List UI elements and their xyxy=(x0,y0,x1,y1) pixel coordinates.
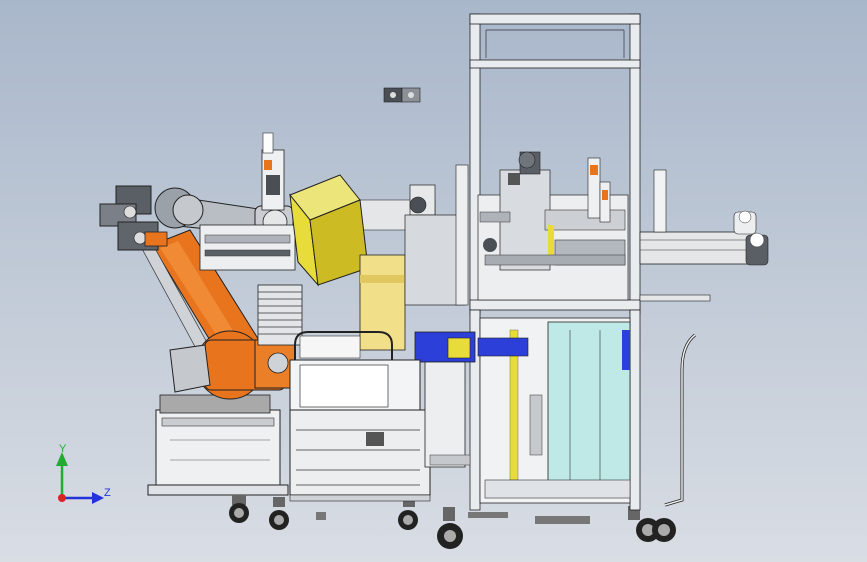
wheel xyxy=(398,497,418,530)
wheel xyxy=(437,507,463,549)
y-axis-label: Y xyxy=(59,443,67,455)
coordinate-triad: Y Z xyxy=(56,443,111,504)
robot-pedestal xyxy=(147,394,289,496)
cart-handle xyxy=(664,333,696,507)
z-axis-label: Z xyxy=(104,487,111,499)
station-mechanisms xyxy=(404,151,629,306)
wheel xyxy=(229,495,249,523)
floating-component xyxy=(383,87,421,103)
wheel xyxy=(269,497,289,530)
right-conveyor xyxy=(639,169,769,302)
cad-viewport[interactable]: Y Z xyxy=(0,0,867,562)
machine-assembly-drawing: Y Z xyxy=(56,13,769,549)
wheel xyxy=(652,518,676,542)
